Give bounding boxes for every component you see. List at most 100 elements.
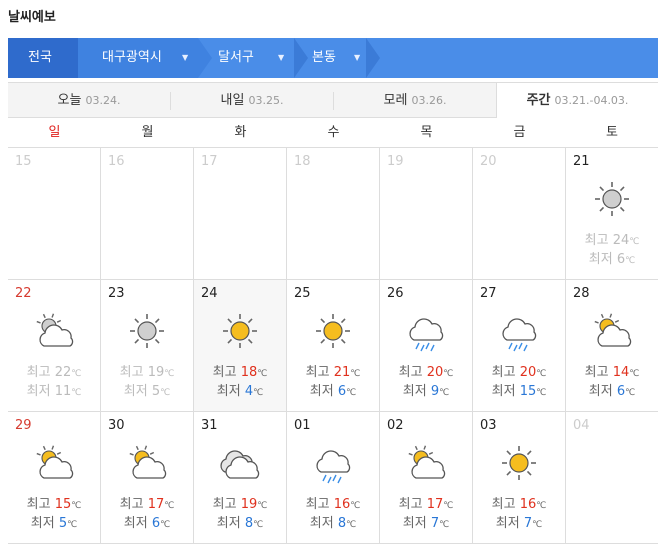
low-temp-value: 8: [244, 516, 254, 531]
tab-date: 03.25.: [248, 94, 284, 107]
weekday-thu: 목: [420, 125, 433, 140]
calendar-day-cell: 16: [101, 148, 194, 280]
low-temp-row: 최저 11℃: [8, 383, 100, 402]
temp-unit: ℃: [160, 388, 171, 398]
low-temp-row: 최저 5℃: [8, 515, 100, 534]
temperature-range: 최고 16℃ 최저 8℃: [287, 496, 379, 534]
high-temp-value: 17: [426, 497, 444, 512]
temperature-range: 최고 22℃ 최저 11℃: [8, 364, 100, 402]
calendar-day-cell: 29 최고 15℃ 최저 5℃: [8, 412, 101, 544]
sun-icon: [126, 310, 168, 352]
calendar-day-cell: 31 최고 19℃ 최저 8℃: [194, 412, 287, 544]
partly-cloudy-icon: [405, 442, 447, 484]
weekday-sat: 토: [606, 125, 618, 140]
sun-icon: [591, 178, 633, 220]
breadcrumb-country[interactable]: 전국: [8, 38, 78, 78]
high-temp-label: 최고: [305, 365, 330, 380]
weekday-sun: 일: [48, 125, 61, 140]
temp-unit: ℃: [257, 501, 268, 511]
high-temp-label: 최고: [491, 497, 516, 512]
high-temp-label: 최고: [119, 497, 144, 512]
partly-cloudy-icon: [33, 442, 75, 484]
low-temp-row: 최저 8℃: [194, 515, 286, 534]
calendar-day-cell: 22 최고 22℃ 최저 11℃: [8, 280, 101, 412]
high-temp-label: 최고: [212, 365, 237, 380]
chevron-down-icon[interactable]: ▼: [354, 38, 360, 78]
breadcrumb-district[interactable]: 달서구 ▼: [198, 38, 294, 78]
temp-unit: ℃: [67, 520, 78, 530]
high-temp-label: 최고: [584, 233, 609, 248]
low-temp-row: 최저 6℃: [566, 251, 658, 270]
high-temp-value: 16: [519, 497, 537, 512]
calendar-day-cell: 26 최고 20℃ 최저 9℃: [380, 280, 473, 412]
low-temp-label: 최저: [588, 252, 613, 267]
low-temp-label: 최저: [30, 516, 55, 531]
low-temp-row: 최저 6℃: [287, 383, 379, 402]
partly-cloudy-icon: [126, 442, 168, 484]
day-number: 31: [201, 418, 218, 433]
low-temp-value: 8: [337, 516, 347, 531]
tab-tomorrow[interactable]: 내일 03.25.: [171, 83, 333, 118]
temperature-range: 최고 15℃ 최저 5℃: [8, 496, 100, 534]
chevron-down-icon[interactable]: ▼: [182, 38, 188, 78]
day-number: 16: [108, 154, 125, 169]
high-temp-row: 최고 21℃: [287, 364, 379, 383]
high-temp-value: 17: [147, 497, 165, 512]
day-number: 03: [480, 418, 497, 433]
high-temp-label: 최고: [305, 497, 330, 512]
calendar-day-cell: 23 최고 19℃ 최저 5℃: [101, 280, 194, 412]
temp-unit: ℃: [625, 388, 636, 398]
high-temp-row: 최고 19℃: [101, 364, 193, 383]
calendar-day-cell: 18: [287, 148, 380, 280]
calendar-day-cell: 27 최고 20℃ 최저 15℃: [473, 280, 566, 412]
high-temp-row: 최고 24℃: [566, 232, 658, 251]
tab-day-after[interactable]: 모레 03.26.: [334, 83, 496, 118]
day-number: 17: [201, 154, 218, 169]
high-temp-row: 최고 14℃: [566, 364, 658, 383]
high-temp-row: 최고 17℃: [101, 496, 193, 515]
tab-today[interactable]: 오늘 03.24.: [8, 83, 170, 118]
weekday-fri: 금: [513, 125, 526, 140]
low-temp-value: 7: [430, 516, 440, 531]
breadcrumb-city[interactable]: 대구광역시 ▼: [78, 38, 198, 78]
low-temp-value: 6: [337, 384, 347, 399]
weekday-mon: 월: [141, 125, 154, 140]
low-temp-label: 최저: [123, 516, 148, 531]
tab-date: 03.26.: [411, 94, 447, 107]
day-number: 22: [15, 286, 32, 301]
low-temp-row: 최저 5℃: [101, 383, 193, 402]
day-number: 15: [15, 154, 32, 169]
low-temp-row: 최저 8℃: [287, 515, 379, 534]
temperature-range: 최고 16℃ 최저 7℃: [473, 496, 565, 534]
sun-icon: [312, 310, 354, 352]
temperature-range: 최고 19℃ 최저 5℃: [101, 364, 193, 402]
temp-unit: ℃: [253, 520, 264, 530]
high-temp-value: 18: [240, 365, 258, 380]
calendar-day-cell: 19: [380, 148, 473, 280]
tab-weekly[interactable]: 주간 03.21.-04.03.: [496, 83, 658, 118]
low-temp-value: 6: [616, 384, 626, 399]
calendar-day-cell: 02 최고 17℃ 최저 7℃: [380, 412, 473, 544]
low-temp-value: 11: [54, 384, 72, 399]
day-number: 18: [294, 154, 311, 169]
weekday-wed: 수: [327, 125, 340, 140]
chevron-down-icon[interactable]: ▼: [278, 38, 284, 78]
day-number: 01: [294, 418, 311, 433]
day-number: 26: [387, 286, 404, 301]
breadcrumb-separator: [366, 38, 380, 78]
sun-icon: [498, 442, 540, 484]
temp-unit: ℃: [71, 369, 82, 379]
temperature-range: 최고 24℃ 최저 6℃: [566, 232, 658, 270]
low-temp-value: 15: [519, 384, 537, 399]
low-temp-value: 9: [430, 384, 440, 399]
high-temp-row: 최고 18℃: [194, 364, 286, 383]
low-temp-value: 5: [151, 384, 161, 399]
temp-unit: ℃: [443, 369, 454, 379]
low-temp-label: 최저: [216, 384, 241, 399]
calendar-day-cell: 28 최고 14℃ 최저 6℃: [566, 280, 658, 412]
low-temp-label: 최저: [309, 384, 334, 399]
tab-label: 내일: [220, 93, 245, 108]
day-number: 20: [480, 154, 497, 169]
low-temp-value: 6: [616, 252, 626, 267]
rain-icon: [312, 442, 354, 484]
